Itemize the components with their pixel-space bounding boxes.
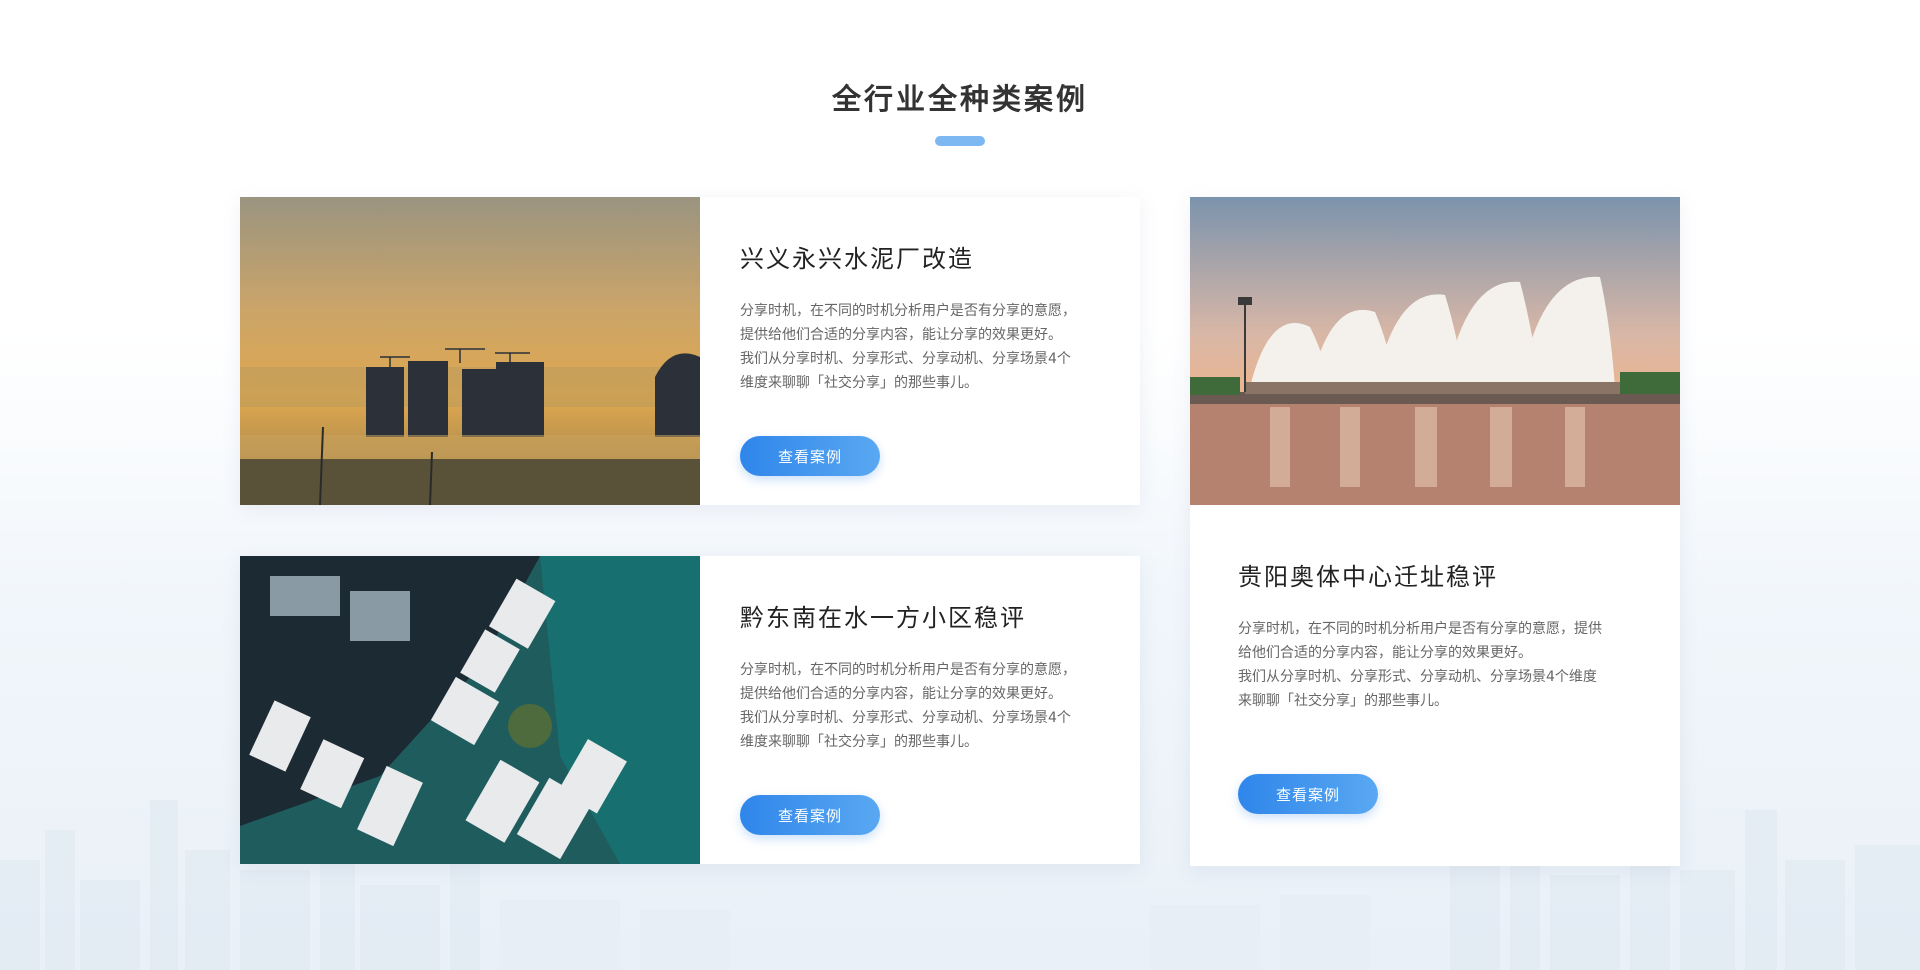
- case-card-residential: 黔东南在水一方小区稳评 分享时机，在不同的时机分析用户是否有分享的意愿， 提供给…: [240, 556, 1140, 864]
- case-card-cement-plant: 兴义永兴水泥厂改造 分享时机，在不同的时机分析用户是否有分享的意愿， 提供给他们…: [240, 197, 1140, 505]
- case-description: 分享时机，在不同的时机分析用户是否有分享的意愿，提供 给他们合适的分享内容，能让…: [1238, 621, 1602, 709]
- case-title: 贵阳奥体中心迁址稳评: [1238, 563, 1498, 591]
- view-case-button[interactable]: 查看案例: [1238, 774, 1378, 814]
- title-accent-bar: [935, 136, 985, 146]
- case-card-sports-center: 贵阳奥体中心迁址稳评 分享时机，在不同的时机分析用户是否有分享的意愿，提供 给他…: [1190, 197, 1680, 866]
- case-title: 黔东南在水一方小区稳评: [740, 604, 1026, 632]
- case-description: 分享时机，在不同的时机分析用户是否有分享的意愿， 提供给他们合适的分享内容，能让…: [740, 662, 1076, 750]
- case-title: 兴义永兴水泥厂改造: [740, 245, 974, 273]
- case-description: 分享时机，在不同的时机分析用户是否有分享的意愿， 提供给他们合适的分享内容，能让…: [740, 303, 1076, 391]
- view-case-button[interactable]: 查看案例: [740, 795, 880, 835]
- case-image-foggy-city: [240, 197, 700, 505]
- case-image-stadium: [1190, 197, 1680, 505]
- section-title: 全行业全种类案例: [831, 82, 1088, 116]
- case-image-aerial-towers: [240, 556, 700, 864]
- view-case-button[interactable]: 查看案例: [740, 436, 880, 476]
